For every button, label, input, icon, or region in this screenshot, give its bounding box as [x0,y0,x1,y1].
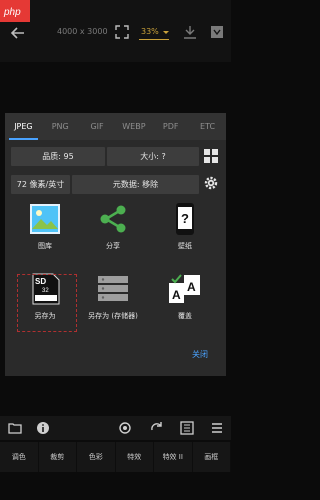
back-arrow-icon[interactable] [10,25,26,41]
wallpaper-label: 壁纸 [178,242,192,250]
storage-icon [98,276,128,301]
tab-effects-2[interactable]: 特效 II [154,442,193,472]
bottom-tab-bar: 调色 裁剪 色彩 特效 特效 II 画框 [0,442,231,472]
gallery-action[interactable]: 图库 [15,203,75,263]
tab-png[interactable]: PNG [42,113,79,140]
image-dimensions: 4000 x 3000 [57,27,108,36]
share-icon [100,205,126,233]
php-logo-icon: php [0,0,30,22]
download-icon[interactable] [183,25,197,39]
save-as-storage-action[interactable]: 另存为 (存储器) [83,273,143,333]
more-menu-icon[interactable] [210,25,224,39]
gear-icon[interactable] [203,175,219,191]
tab-crop[interactable]: 裁剪 [39,442,77,472]
overwrite-label: 覆盖 [178,312,192,320]
gallery-label: 图库 [38,242,52,250]
quality-button[interactable]: 品质: 95 [11,147,105,166]
folder-icon[interactable] [8,421,22,435]
bottom-toolbar-icons [0,416,231,440]
tab-gif[interactable]: GIF [79,113,116,140]
share-action[interactable]: 分享 [83,203,143,263]
settings-icon[interactable] [118,421,132,435]
tab-pdf[interactable]: PDF [152,113,189,140]
overwrite-icon: A A [169,274,200,303]
tab-webp[interactable]: WEBP [115,113,152,140]
tab-jpeg[interactable]: JPEG [5,113,42,140]
share-label: 分享 [106,242,120,250]
overwrite-action[interactable]: A A 覆盖 [155,273,215,333]
gallery-icon [30,204,60,234]
top-toolbar: php 4000 x 3000 33% [0,0,231,62]
grid-icon[interactable] [203,148,219,164]
fit-screen-icon[interactable] [115,25,129,39]
chevron-down-icon [163,31,169,34]
menu-icon[interactable] [210,421,224,435]
dpi-button[interactable]: 72 像素/英寸 [11,175,70,194]
zoom-value: 33% [141,27,159,36]
info-icon[interactable] [36,421,50,435]
save-as-storage-label: 另存为 (存储器) [88,312,138,320]
metadata-button[interactable]: 元数据: 移除 [72,175,199,194]
tab-color[interactable]: 色彩 [77,442,116,472]
svg-text:A: A [187,280,196,294]
size-button[interactable]: 大小: ? [107,147,199,166]
svg-text:A: A [172,288,181,302]
close-button[interactable]: 关闭 [192,349,208,360]
history-icon[interactable] [180,421,194,435]
svg-text:?: ? [181,211,189,226]
tab-adjust[interactable]: 调色 [0,442,39,472]
zoom-select[interactable]: 33% [139,25,169,40]
wallpaper-action[interactable]: ? 壁纸 [155,203,215,263]
export-dialog: JPEG PNG GIF WEBP PDF ETC 品质: 95 大小: ? 7… [5,113,226,376]
tab-effects[interactable]: 特效 [116,442,154,472]
format-tabs: JPEG PNG GIF WEBP PDF ETC [5,113,226,140]
svg-text:php: php [3,7,21,18]
redo-icon[interactable] [150,421,164,435]
wallpaper-icon: ? [176,203,194,235]
tab-frame[interactable]: 画框 [193,442,231,472]
highlight-box [17,274,77,332]
system-nav-bar [0,472,231,500]
tab-etc[interactable]: ETC [189,113,226,140]
